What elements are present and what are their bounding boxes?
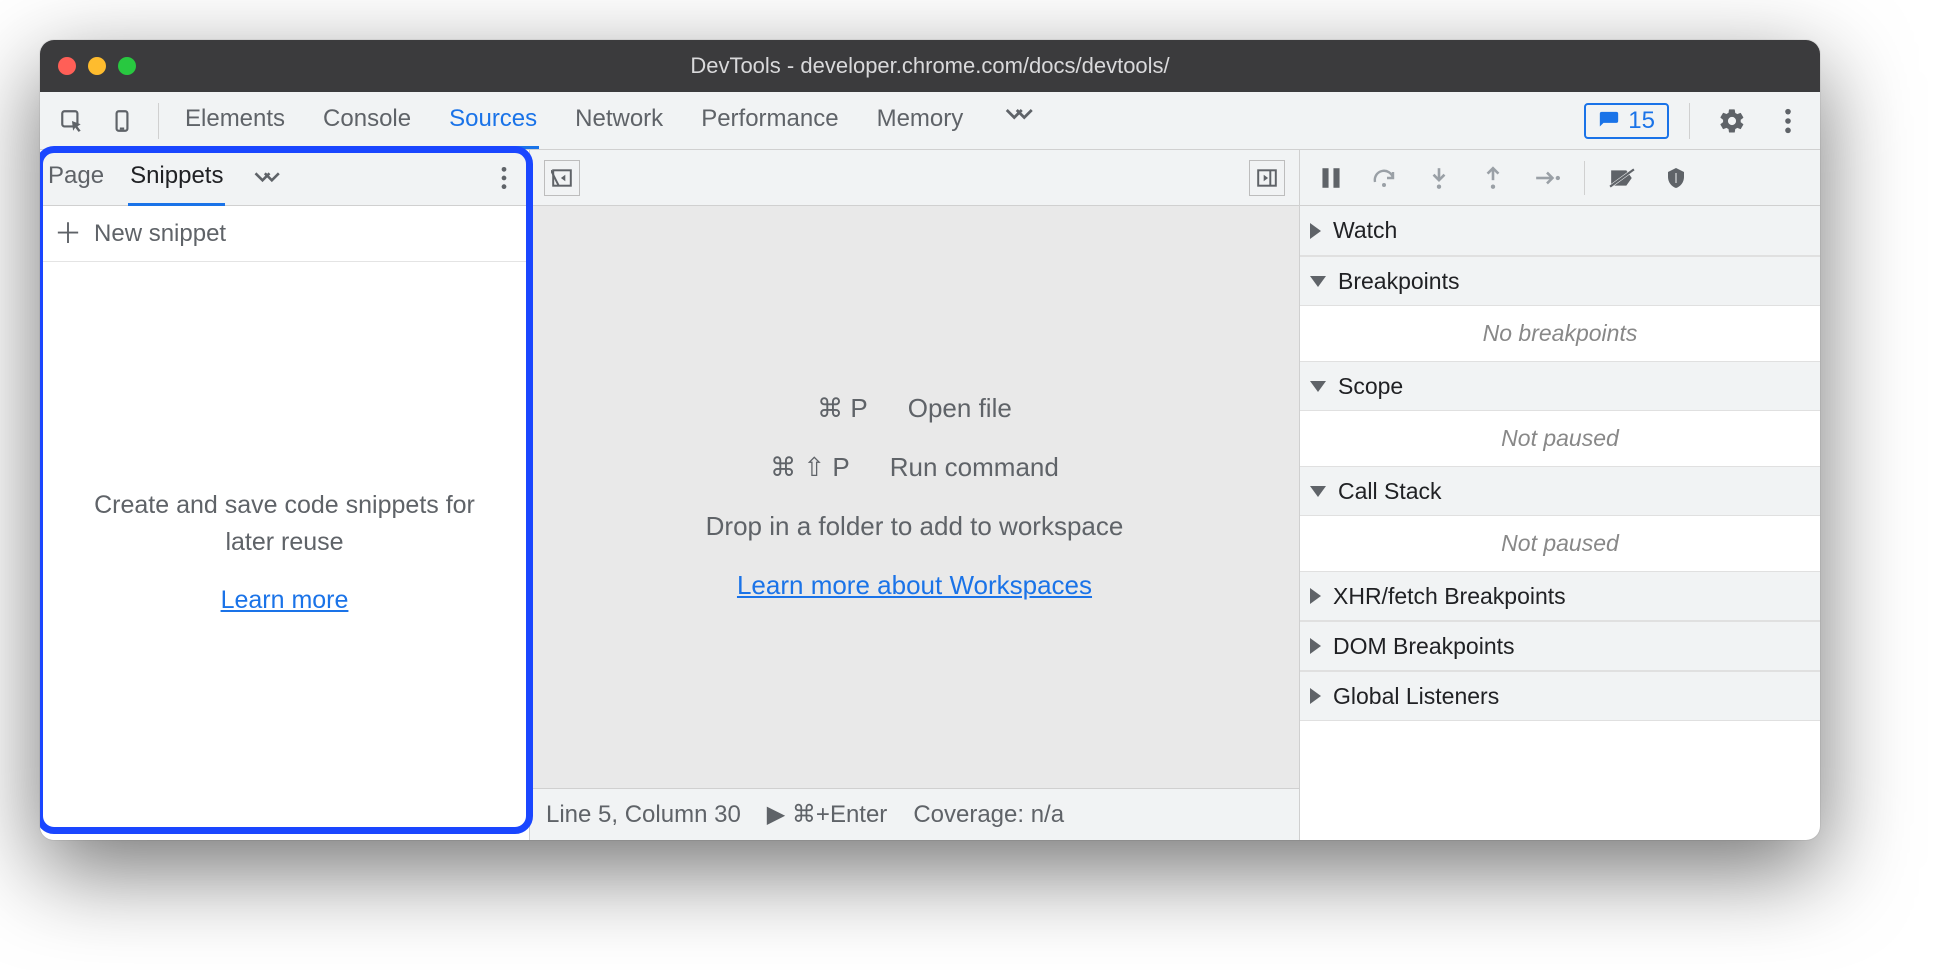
section-title: DOM Breakpoints <box>1333 633 1515 660</box>
window-zoom-button[interactable] <box>118 57 136 75</box>
section-xhr-breakpoints-header[interactable]: XHR/fetch Breakpoints <box>1300 571 1820 621</box>
section-title: XHR/fetch Breakpoints <box>1333 583 1566 610</box>
section-scope-body: Not paused <box>1300 411 1820 466</box>
divider <box>158 103 159 139</box>
section-callstack-body: Not paused <box>1300 516 1820 571</box>
pause-on-exceptions-button[interactable] <box>1655 157 1697 199</box>
devtools-window: DevTools - developer.chrome.com/docs/dev… <box>40 40 1820 840</box>
shortcut-keys: ⌘ P <box>817 393 868 424</box>
tab-performance[interactable]: Performance <box>699 93 840 149</box>
settings-button[interactable] <box>1710 99 1754 143</box>
navigator-options-button[interactable] <box>485 159 523 197</box>
snippets-learn-more-link[interactable]: Learn more <box>221 586 349 615</box>
traffic-lights <box>58 57 136 75</box>
new-snippet-label: New snippet <box>94 220 226 248</box>
issues-count: 15 <box>1628 107 1655 135</box>
main-tabstrip: Elements Console Sources Network Perform… <box>40 92 1820 150</box>
section-global-listeners-header[interactable]: Global Listeners <box>1300 671 1820 721</box>
expand-icon <box>1310 688 1321 704</box>
collapse-icon <box>1310 276 1326 287</box>
section-callstack-header[interactable]: Call Stack <box>1300 466 1820 516</box>
device-toolbar-button[interactable] <box>100 99 144 143</box>
titlebar: DevTools - developer.chrome.com/docs/dev… <box>40 40 1820 92</box>
plus-icon: ＋ <box>54 220 82 248</box>
main-tabs: Elements Console Sources Network Perform… <box>183 93 1037 149</box>
navigator-tabs: Page Snippets <box>40 150 529 206</box>
section-breakpoints-header[interactable]: Breakpoints <box>1300 256 1820 306</box>
divider <box>1689 103 1690 139</box>
debugger-pane: Watch Breakpoints No breakpoints Scope N… <box>1300 150 1820 840</box>
deactivate-breakpoints-button[interactable] <box>1601 157 1643 199</box>
issues-button[interactable]: 15 <box>1584 103 1669 139</box>
snippets-empty-state: Create and save code snippets for later … <box>40 262 529 840</box>
more-options-button[interactable] <box>1766 99 1810 143</box>
shortcut-open-file: ⌘ P Open file <box>817 393 1012 424</box>
status-coverage: Coverage: n/a <box>913 801 1064 829</box>
section-title: Global Listeners <box>1333 683 1499 710</box>
shortcut-label: Run command <box>890 452 1059 483</box>
section-dom-breakpoints-header[interactable]: DOM Breakpoints <box>1300 621 1820 671</box>
editor-toolbar <box>530 150 1299 206</box>
section-scope-header[interactable]: Scope <box>1300 361 1820 411</box>
divider <box>1584 161 1585 195</box>
tab-elements[interactable]: Elements <box>183 93 287 149</box>
workspace-drop-hint: Drop in a folder to add to workspace <box>706 511 1124 542</box>
section-title: Watch <box>1333 217 1397 244</box>
main-area: Page Snippets ＋ New snippet Create and s… <box>40 150 1820 840</box>
section-watch-header[interactable]: Watch <box>1300 206 1820 256</box>
window-minimize-button[interactable] <box>88 57 106 75</box>
step-over-button[interactable] <box>1364 157 1406 199</box>
window-title: DevTools - developer.chrome.com/docs/dev… <box>40 53 1820 79</box>
show-debugger-button[interactable] <box>1249 160 1285 196</box>
shortcut-run-command: ⌘ ⇧ P Run command <box>770 452 1059 483</box>
status-run-shortcut: ▶ ⌘+Enter <box>767 800 888 829</box>
editor-placeholder: ⌘ P Open file ⌘ ⇧ P Run command Drop in … <box>530 206 1299 788</box>
debugger-toolbar <box>1300 150 1820 206</box>
expand-icon <box>1310 223 1321 239</box>
tab-console[interactable]: Console <box>321 93 413 149</box>
editor-statusbar: Line 5, Column 30 ▶ ⌘+Enter Coverage: n/… <box>530 788 1299 840</box>
expand-icon <box>1310 638 1321 654</box>
pause-resume-button[interactable] <box>1310 157 1352 199</box>
section-title: Call Stack <box>1338 478 1442 505</box>
navigator-tab-page[interactable]: Page <box>46 150 106 206</box>
navigator-tab-snippets[interactable]: Snippets <box>128 150 225 206</box>
shortcut-label: Open file <box>908 393 1012 424</box>
status-cursor-position: Line 5, Column 30 <box>546 801 741 829</box>
expand-icon <box>1310 588 1321 604</box>
step-out-button[interactable] <box>1472 157 1514 199</box>
navigator-more-tabs-button[interactable] <box>247 159 285 197</box>
tab-network[interactable]: Network <box>573 93 665 149</box>
tab-memory[interactable]: Memory <box>875 93 966 149</box>
collapse-icon <box>1310 486 1326 497</box>
section-title: Breakpoints <box>1338 268 1459 295</box>
section-breakpoints-body: No breakpoints <box>1300 306 1820 361</box>
show-navigator-button[interactable] <box>544 160 580 196</box>
inspect-element-button[interactable] <box>50 99 94 143</box>
step-button[interactable] <box>1526 157 1568 199</box>
window-close-button[interactable] <box>58 57 76 75</box>
new-snippet-button[interactable]: ＋ New snippet <box>40 206 529 262</box>
tab-sources[interactable]: Sources <box>447 93 539 149</box>
collapse-icon <box>1310 381 1326 392</box>
section-title: Scope <box>1338 373 1403 400</box>
editor-pane: ⌘ P Open file ⌘ ⇧ P Run command Drop in … <box>530 150 1300 840</box>
empty-state-text: Create and save code snippets for later … <box>74 487 495 560</box>
step-into-button[interactable] <box>1418 157 1460 199</box>
more-tabs-button[interactable] <box>999 93 1037 137</box>
workspaces-learn-more-link[interactable]: Learn more about Workspaces <box>737 570 1092 601</box>
navigator-pane: Page Snippets ＋ New snippet Create and s… <box>40 150 530 840</box>
shortcut-keys: ⌘ ⇧ P <box>770 452 850 483</box>
